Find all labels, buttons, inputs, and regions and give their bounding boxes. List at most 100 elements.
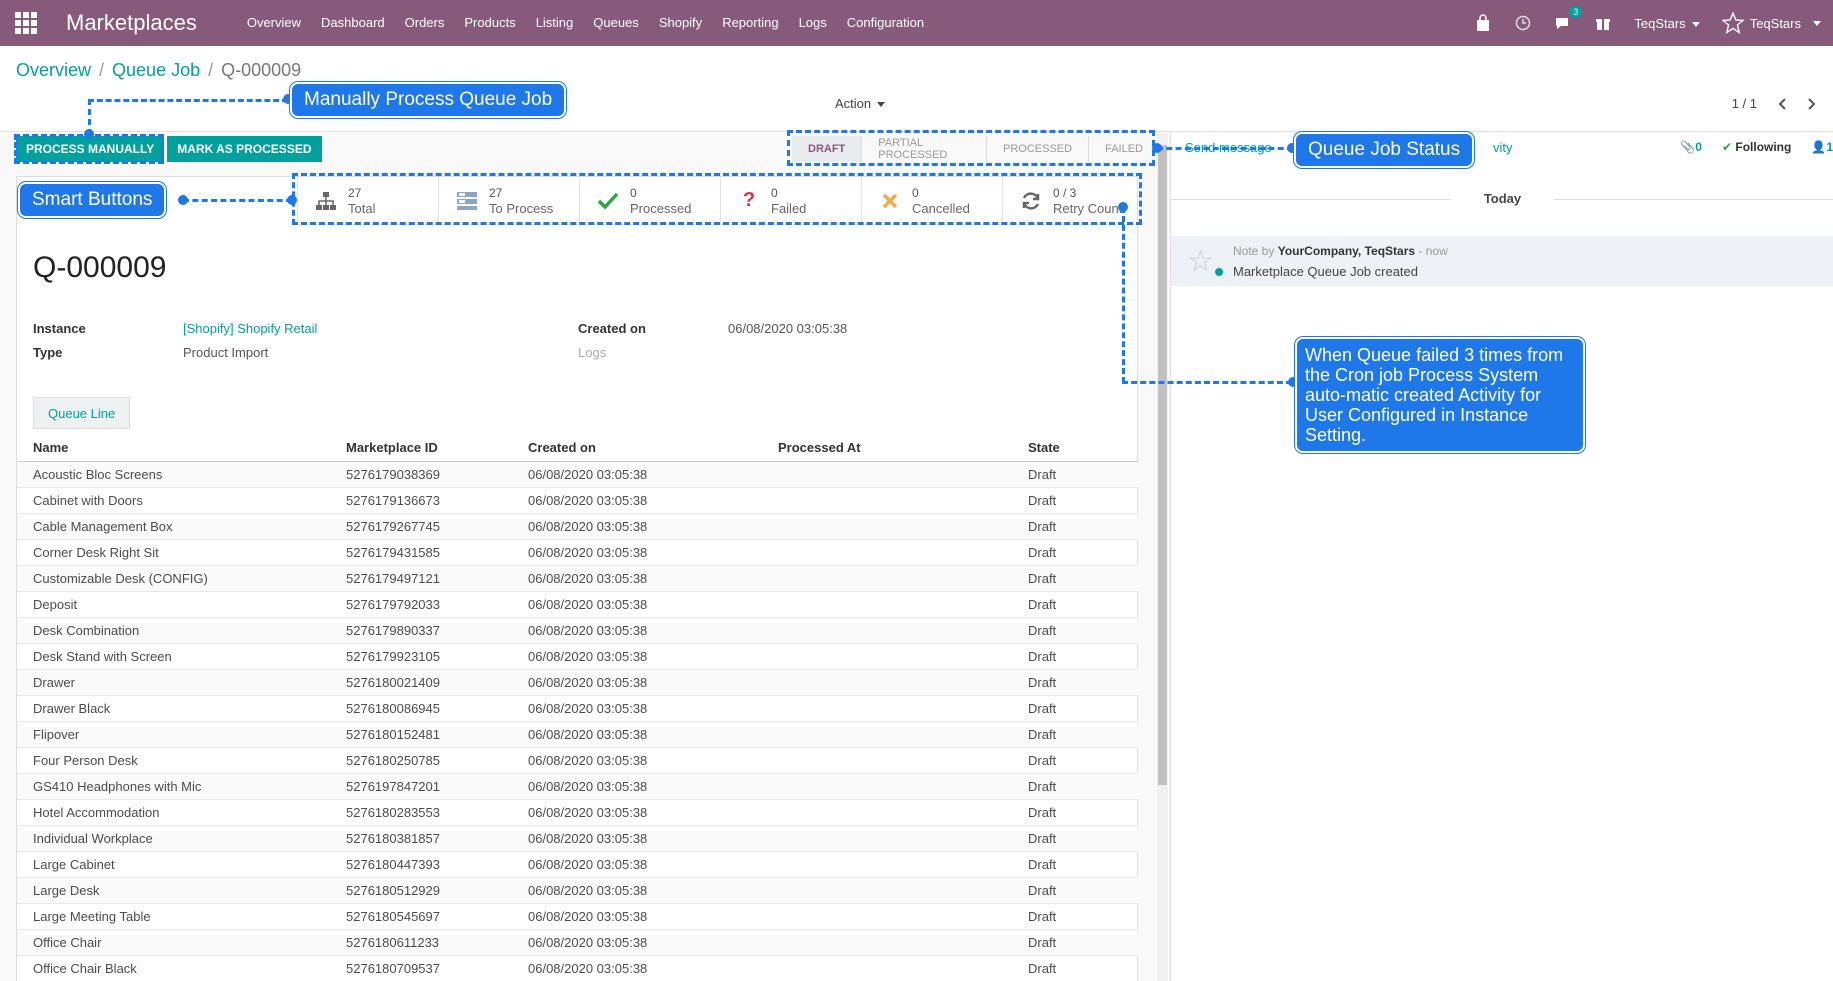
- table-row[interactable]: Desk Combination 5276179890337 06/08/2020 …: [17, 617, 1138, 644]
- table-row[interactable]: Office Chair Black 5276180709537 06/08/202…: [17, 955, 1138, 981]
- company-switcher[interactable]: TeqStars: [1634, 16, 1700, 31]
- annotation-dot: [178, 195, 188, 205]
- chat-icon[interactable]: 3: [1554, 6, 1583, 32]
- annotation-box-smart-buttons: [292, 173, 1142, 225]
- table-row[interactable]: Individual Workplace 5276180381857 06/08/2…: [17, 825, 1138, 852]
- cell-marketplace-id: 5276180021409: [330, 669, 512, 696]
- column-name[interactable]: Name: [17, 435, 330, 462]
- mark-as-processed-button[interactable]: MARK AS PROCESSED: [167, 136, 322, 162]
- table-row[interactable]: Office Chair 5276180611233 06/08/2020 03:0…: [17, 929, 1138, 956]
- navbar-systray: 3 TeqStars TeqStars: [1474, 0, 1833, 46]
- followers-button[interactable]: 👤1: [1811, 140, 1833, 154]
- menu-shopify[interactable]: Shopify: [649, 0, 712, 46]
- logs-label[interactable]: Logs: [578, 345, 606, 360]
- table-row[interactable]: Desk Stand with Screen 5276179923105 06/08…: [17, 643, 1138, 670]
- column-state[interactable]: State: [1012, 435, 1138, 462]
- table-row[interactable]: Cabinet with Doors 5276179136673 06/08/202…: [17, 487, 1138, 514]
- menu-dashboard[interactable]: Dashboard: [311, 0, 395, 46]
- cell-marketplace-id: 5276179431585: [330, 539, 512, 566]
- menu-queues[interactable]: Queues: [583, 0, 649, 46]
- table-row[interactable]: Acoustic Bloc Screens 5276179038369 06/08/…: [17, 461, 1138, 488]
- attachments-button[interactable]: 📎0: [1680, 140, 1702, 154]
- gift-icon[interactable]: [1594, 14, 1612, 32]
- menu-overview[interactable]: Overview: [237, 0, 311, 46]
- column-marketplace-id[interactable]: Marketplace ID: [330, 435, 512, 462]
- cell-name: Four Person Desk: [17, 747, 330, 774]
- column-processed-at[interactable]: Processed At: [762, 435, 1012, 462]
- cell-marketplace-id: 5276179267745: [330, 513, 512, 540]
- table-row[interactable]: Deposit 5276179792033 06/08/2020 03:05:38 D…: [17, 591, 1138, 618]
- breadcrumb-current: Q-000009: [221, 60, 302, 80]
- table-row[interactable]: Flipover 5276180152481 06/08/2020 03:05:38…: [17, 721, 1138, 748]
- cell-state: Draft: [1012, 799, 1138, 826]
- cell-marketplace-id: 5276180447393: [330, 851, 512, 878]
- column-created-on[interactable]: Created on: [512, 435, 762, 462]
- callout-retry-activity: When Queue failed 3 times from the Cron …: [1295, 337, 1585, 453]
- instance-label: Instance: [33, 321, 86, 336]
- cell-marketplace-id: 5276180283553: [330, 799, 512, 826]
- table-row[interactable]: Large Meeting Table 5276180545697 06/08/20…: [17, 903, 1138, 930]
- callout-smart-buttons: Smart Buttons: [18, 182, 167, 218]
- cell-processed-at: [762, 669, 1012, 696]
- cell-state: Draft: [1012, 929, 1138, 956]
- cell-marketplace-id: 5276180381857: [330, 825, 512, 852]
- cell-processed-at: [762, 825, 1012, 852]
- cell-processed-at: [762, 513, 1012, 540]
- following-button[interactable]: ✔ Following: [1722, 140, 1791, 154]
- cell-state: Draft: [1012, 721, 1138, 748]
- action-dropdown[interactable]: Action: [835, 96, 886, 111]
- cell-created-on: 06/08/2020 03:05:38: [512, 721, 762, 748]
- table-row[interactable]: Corner Desk Right Sit 5276179431585 06/08/…: [17, 539, 1138, 566]
- menu-products[interactable]: Products: [454, 0, 525, 46]
- cell-state: Draft: [1012, 695, 1138, 722]
- cell-state: Draft: [1012, 903, 1138, 930]
- cell-state: Draft: [1012, 955, 1138, 981]
- shopping-bag-icon[interactable]: [1474, 14, 1492, 32]
- cell-name: Hotel Accommodation: [17, 799, 330, 826]
- table-row[interactable]: Cable Management Box 5276179267745 06/08/2…: [17, 513, 1138, 540]
- table-row[interactable]: Large Desk 5276180512929 06/08/2020 03:05:…: [17, 877, 1138, 904]
- cell-created-on: 06/08/2020 03:05:38: [512, 799, 762, 826]
- table-row[interactable]: GS410 Headphones with Mic 5276197847201 06…: [17, 773, 1138, 800]
- scrollbar-thumb[interactable]: [1158, 145, 1167, 785]
- tab-queue-line[interactable]: Queue Line: [33, 397, 131, 429]
- breadcrumb-overview[interactable]: Overview: [16, 60, 91, 81]
- menu-orders[interactable]: Orders: [395, 0, 455, 46]
- instance-field[interactable]: [Shopify] Shopify Retail: [183, 321, 317, 336]
- breadcrumb-queue-job[interactable]: Queue Job: [112, 60, 200, 81]
- schedule-activity-button[interactable]: vity: [1493, 140, 1513, 155]
- cell-name: Deposit: [17, 591, 330, 618]
- cell-marketplace-id: 5276179792033: [330, 591, 512, 618]
- cell-marketplace-id: 5276180709537: [330, 955, 512, 981]
- pager-next-icon[interactable]: [1807, 97, 1817, 111]
- cell-name: Office Chair Black: [17, 955, 330, 981]
- cell-marketplace-id: 5276179038369: [330, 461, 512, 488]
- cell-name: Large Meeting Table: [17, 903, 330, 930]
- star-icon[interactable]: ☆: [1187, 244, 1214, 279]
- table-row[interactable]: Drawer Black 5276180086945 06/08/2020 03:0…: [17, 695, 1138, 722]
- cell-state: Draft: [1012, 877, 1138, 904]
- menu-configuration[interactable]: Configuration: [837, 0, 934, 46]
- cell-name: Customizable Desk (CONFIG): [17, 565, 330, 592]
- table-row[interactable]: Customizable Desk (CONFIG) 5276179497121 0…: [17, 565, 1138, 592]
- app-brand[interactable]: Marketplaces: [66, 10, 197, 36]
- cell-state: Draft: [1012, 591, 1138, 618]
- type-field[interactable]: Product Import: [183, 345, 268, 360]
- cell-created-on: 06/08/2020 03:05:38: [512, 487, 762, 514]
- menu-reporting[interactable]: Reporting: [712, 0, 788, 46]
- menu-logs[interactable]: Logs: [789, 0, 837, 46]
- apps-grid-icon[interactable]: [14, 11, 38, 35]
- table-row[interactable]: Drawer 5276180021409 06/08/2020 03:05:38 Dr…: [17, 669, 1138, 696]
- form-scrollbar[interactable]: [1157, 133, 1168, 981]
- menu-listing[interactable]: Listing: [526, 0, 584, 46]
- table-row[interactable]: Four Person Desk 5276180250785 06/08/2020 …: [17, 747, 1138, 774]
- table-header-row: Name Marketplace ID Created on Processed…: [17, 435, 1138, 462]
- clock-icon[interactable]: [1514, 14, 1532, 32]
- user-menu[interactable]: TeqStars: [1721, 12, 1821, 34]
- table-row[interactable]: Hotel Accommodation 5276180283553 06/08/20…: [17, 799, 1138, 826]
- pager-prev-icon[interactable]: [1777, 97, 1787, 111]
- cell-marketplace-id: 5276180611233: [330, 929, 512, 956]
- cell-name: Acoustic Bloc Screens: [17, 461, 330, 488]
- top-navbar: Marketplaces Overview Dashboard Orders P…: [0, 0, 1833, 46]
- table-row[interactable]: Large Cabinet 5276180447393 06/08/2020 03:…: [17, 851, 1138, 878]
